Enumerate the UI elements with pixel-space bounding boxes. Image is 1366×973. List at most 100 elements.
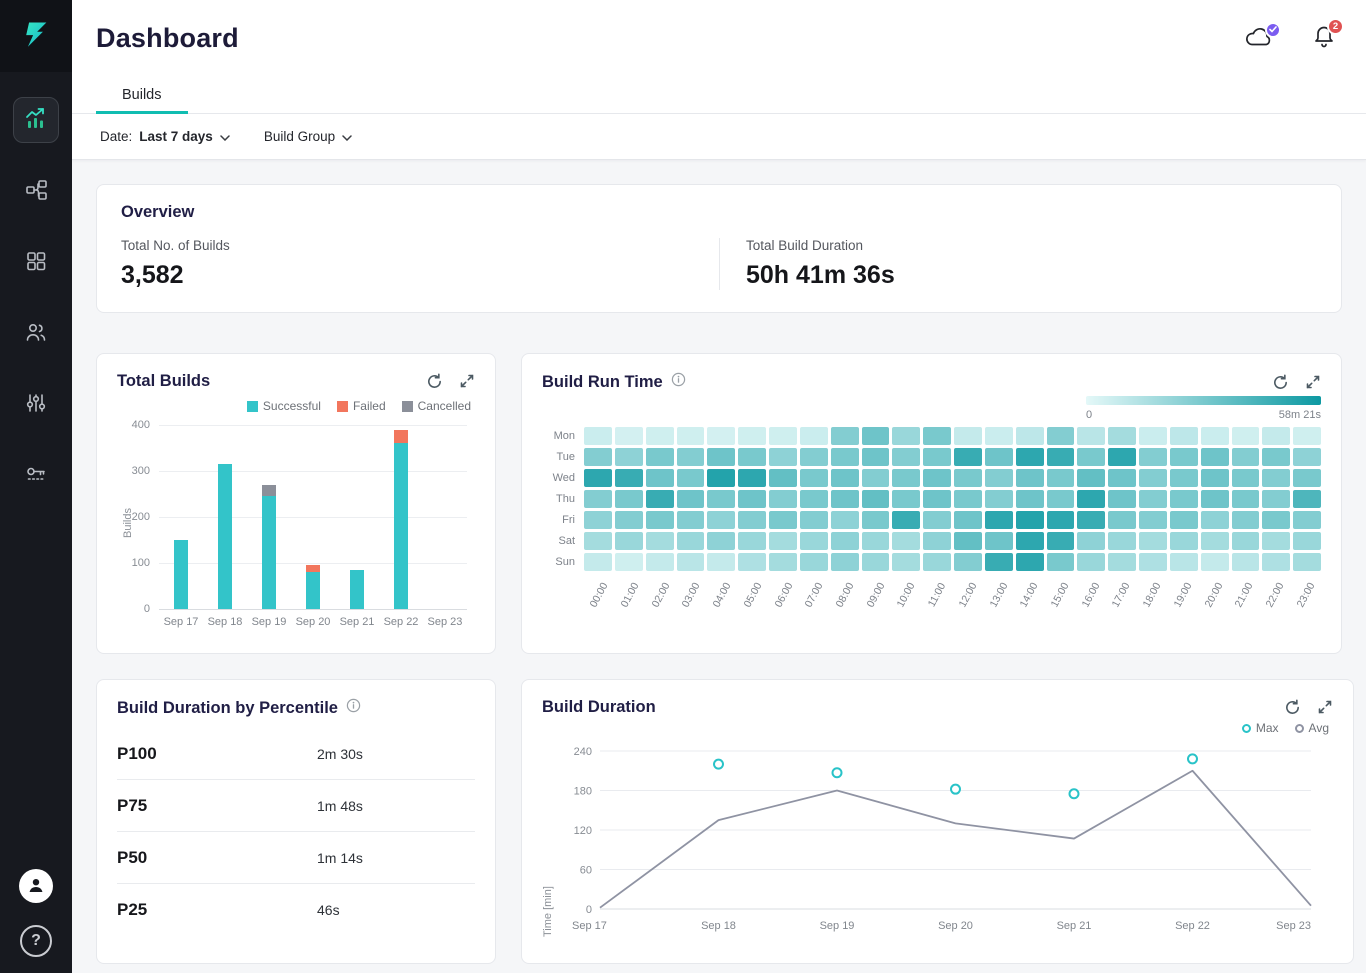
date-filter[interactable]: Date: Last 7 days	[88, 121, 242, 152]
insights-chart-icon	[23, 106, 49, 135]
heatmap-cell	[1293, 511, 1321, 529]
heatmap-cell	[1047, 553, 1075, 571]
heatmap-cell	[615, 448, 643, 466]
sidebar-item-settings[interactable]	[13, 381, 59, 427]
percentile-label: P100	[117, 744, 317, 764]
bar-group	[306, 565, 320, 609]
heatmap-x-tick: 08:00	[830, 573, 861, 619]
heatmap-xlabels: 00:0001:0002:0003:0004:0005:0006:0007:00…	[584, 573, 1321, 619]
notifications-button[interactable]: 2	[1312, 24, 1336, 53]
bar-segment	[262, 496, 276, 609]
sidebar-item-apps[interactable]	[13, 239, 59, 285]
heatmap-cell	[1016, 511, 1044, 529]
heatmap-x-tick: 07:00	[799, 573, 830, 619]
build-group-filter[interactable]: Build Group	[252, 121, 364, 152]
heatmap-cell	[1108, 511, 1136, 529]
heatmap-cell	[615, 553, 643, 571]
heatmap-row: Sun	[542, 553, 1321, 571]
heatmap-row: Tue	[542, 448, 1321, 466]
total-builds-expand-button[interactable]	[459, 373, 475, 390]
heatmap-cell	[923, 427, 951, 445]
help-button[interactable]: ?	[20, 925, 52, 957]
heatmap-x-tick-label: 00:00	[588, 581, 611, 610]
info-icon[interactable]	[671, 372, 686, 392]
heatmap-cell	[1139, 448, 1167, 466]
tab-builds[interactable]: Builds	[96, 76, 188, 113]
heatmap-cell	[800, 553, 828, 571]
heatmap-row: Wed	[542, 469, 1321, 487]
heatmap-cells	[584, 448, 1321, 466]
heatmap-x-tick: 11:00	[922, 573, 953, 619]
heatmap-cell	[923, 511, 951, 529]
heatmap-cell	[862, 448, 890, 466]
sidebar-item-members[interactable]	[13, 310, 59, 356]
heatmap-cell	[985, 448, 1013, 466]
heatmap-x-axis: 00:0001:0002:0003:0004:0005:0006:0007:00…	[542, 573, 1321, 619]
heatmap-cell	[707, 469, 735, 487]
heatmap-cell	[985, 511, 1013, 529]
heatmap-cell	[1262, 427, 1290, 445]
sidebar-item-credentials[interactable]	[13, 452, 59, 498]
heatmap-cell	[1201, 427, 1229, 445]
total-builds-refresh-button[interactable]	[426, 373, 443, 390]
legend-label: Avg	[1309, 721, 1329, 735]
heatmap-cell	[584, 511, 612, 529]
heatmap-cell	[923, 469, 951, 487]
heatmap-x-tick-label: 20:00	[1202, 581, 1225, 610]
heatmap-cell	[1293, 532, 1321, 550]
heatmap-x-tick: 18:00	[1137, 573, 1168, 619]
avg-marker-icon	[1295, 724, 1304, 733]
build-duration-refresh-button[interactable]	[1284, 699, 1301, 716]
heatmap-cell	[831, 490, 859, 508]
heatmap-cell	[1047, 448, 1075, 466]
grid-line	[159, 471, 467, 472]
heatmap-cell	[1262, 469, 1290, 487]
heatmap-x-tick-label: 16:00	[1079, 581, 1102, 610]
heatmap-cell	[1170, 511, 1198, 529]
heatmap-x-tick-label: 11:00	[926, 581, 949, 609]
heatmap-cell	[1262, 490, 1290, 508]
heatmap-x-tick-label: 07:00	[803, 581, 826, 610]
page-title: Dashboard	[96, 23, 239, 54]
heatmap-x-tick: 01:00	[615, 573, 646, 619]
heatmap-cell	[1293, 490, 1321, 508]
heatmap-x-tick-label: 04:00	[711, 581, 734, 610]
heatmap-cell	[1108, 469, 1136, 487]
x-tick-label: Sep 19	[820, 920, 855, 932]
heatmap-row: Fri	[542, 511, 1321, 529]
heatmap-cell	[707, 448, 735, 466]
sidebar-item-insights[interactable]	[13, 97, 59, 143]
heatmap-scale-gradient	[1086, 396, 1321, 405]
heatmap-cell	[1108, 490, 1136, 508]
sync-status-button[interactable]	[1244, 25, 1274, 52]
heatmap-cell	[831, 511, 859, 529]
heatmap-cell	[769, 511, 797, 529]
bar-segment	[350, 570, 364, 609]
heatmap-cell	[1293, 553, 1321, 571]
build-run-time-refresh-button[interactable]	[1272, 374, 1289, 391]
heatmap-cell	[1232, 448, 1260, 466]
y-tick-label: 200	[132, 511, 150, 523]
sidebar-item-pipelines[interactable]	[13, 168, 59, 214]
build-duration-expand-button[interactable]	[1317, 699, 1333, 716]
refresh-icon	[1272, 374, 1289, 391]
heatmap-cell	[677, 553, 705, 571]
heatmap-cell	[862, 532, 890, 550]
heatmap-cell	[1016, 553, 1044, 571]
app-logo[interactable]	[0, 0, 72, 72]
heatmap-scale-max: 58m 21s	[1279, 409, 1321, 421]
heatmap-cell	[738, 532, 766, 550]
y-tick-label: 240	[574, 746, 592, 758]
avatar[interactable]	[19, 869, 53, 903]
build-run-time-expand-button[interactable]	[1305, 374, 1321, 391]
heatmap-x-tick: 10:00	[891, 573, 922, 619]
info-icon[interactable]	[346, 698, 361, 718]
heatmap-day-label: Wed	[542, 472, 584, 484]
heatmap-cell	[985, 532, 1013, 550]
heatmap-cell	[1170, 448, 1198, 466]
heatmap-rows: MonTueWedThuFriSatSun	[542, 427, 1321, 571]
heatmap-cell	[954, 553, 982, 571]
heatmap-cells	[584, 490, 1321, 508]
bar-group	[262, 485, 276, 609]
heatmap-cell	[646, 448, 674, 466]
